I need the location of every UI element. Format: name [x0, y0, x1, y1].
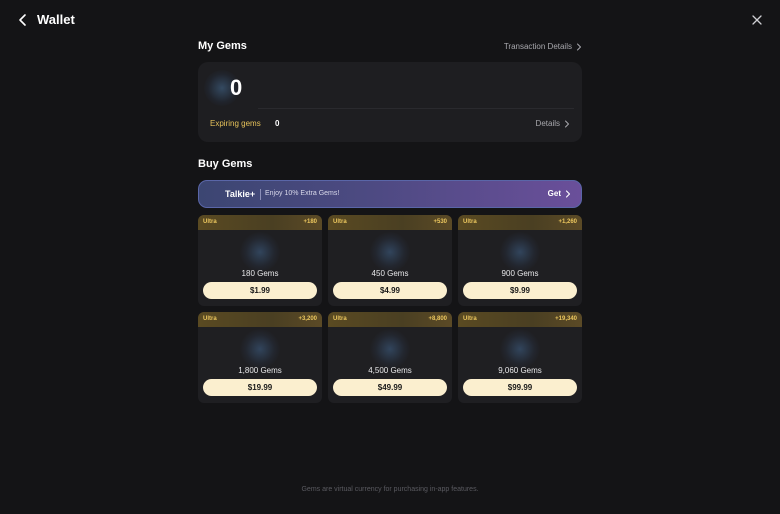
promo-get-button[interactable]: Get: [548, 189, 571, 198]
buy-gems-title: Buy Gems: [198, 158, 253, 170]
package-header: Ultra +8,800: [328, 312, 452, 327]
package-bonus: +180: [303, 219, 317, 225]
chevron-right-icon: [564, 120, 570, 128]
package-bonus: +530: [433, 219, 447, 225]
gem-package-card[interactable]: Ultra +530 450 Gems $4.99: [328, 215, 452, 306]
package-header: Ultra +19,340: [458, 312, 582, 327]
package-tag: Ultra: [463, 316, 477, 322]
my-gems-title: My Gems: [198, 40, 247, 52]
promo-separator: [260, 189, 261, 200]
package-quantity: 1,800 Gems: [238, 366, 282, 375]
package-header: Ultra +1,260: [458, 215, 582, 230]
buy-gems-header: Buy Gems: [198, 158, 582, 174]
gem-icon: [370, 232, 410, 272]
package-price-button[interactable]: $4.99: [333, 282, 447, 299]
package-quantity: 9,060 Gems: [498, 366, 542, 375]
gem-icon: [370, 329, 410, 369]
details-label: Details: [535, 119, 560, 128]
gem-package-card[interactable]: Ultra +180 180 Gems $1.99: [198, 215, 322, 306]
close-button[interactable]: [751, 14, 763, 26]
package-price-button[interactable]: $1.99: [203, 282, 317, 299]
promo-brand: Talkie+: [225, 189, 256, 199]
details-link[interactable]: Details: [536, 119, 570, 128]
package-price-button[interactable]: $19.99: [203, 379, 317, 396]
package-tag: Ultra: [203, 219, 217, 225]
transaction-details-label: Transaction Details: [503, 42, 572, 51]
package-bonus: +3,200: [298, 316, 317, 322]
package-header: Ultra +180: [198, 215, 322, 230]
package-price-button[interactable]: $9.99: [463, 282, 577, 299]
footer-note: Gems are virtual currency for purchasing…: [301, 486, 479, 493]
package-price-button[interactable]: $99.99: [463, 379, 577, 396]
package-price-button[interactable]: $49.99: [333, 379, 447, 396]
package-bonus: +8,800: [428, 316, 447, 322]
gem-package-card[interactable]: Ultra +3,200 1,800 Gems $19.99: [198, 312, 322, 403]
package-quantity: 180 Gems: [241, 269, 279, 278]
gem-icon: [240, 329, 280, 369]
package-quantity: 900 Gems: [501, 269, 539, 278]
back-button[interactable]: [16, 13, 30, 27]
transaction-details-link[interactable]: Transaction Details: [504, 42, 582, 51]
package-tag: Ultra: [203, 316, 217, 322]
chevron-right-icon: [565, 189, 571, 198]
page-title: Wallet: [37, 12, 75, 27]
gem-icon: [500, 329, 540, 369]
package-quantity: 450 Gems: [371, 269, 409, 278]
talkie-plus-promo-banner[interactable]: Talkie+ Enjoy 10% Extra Gems! Get: [198, 180, 582, 208]
gem-package-card[interactable]: Ultra +8,800 4,500 Gems $49.99: [328, 312, 452, 403]
my-gems-header: My Gems Transaction Details: [198, 40, 582, 56]
package-bonus: +1,260: [558, 219, 577, 225]
gem-package-card[interactable]: Ultra +1,260 900 Gems $9.99: [458, 215, 582, 306]
chevron-left-icon: [19, 14, 26, 26]
close-icon: [752, 15, 762, 25]
chevron-right-icon: [576, 43, 582, 51]
gem-icon: [500, 232, 540, 272]
gem-package-card[interactable]: Ultra +19,340 9,060 Gems $99.99: [458, 312, 582, 403]
gem-icon: [240, 232, 280, 272]
divider: [258, 108, 574, 109]
promo-get-label: Get: [547, 189, 561, 198]
promo-text: Enjoy 10% Extra Gems!: [265, 190, 340, 197]
header: Wallet: [0, 0, 780, 40]
package-bonus: +19,340: [555, 316, 577, 322]
package-tag: Ultra: [333, 219, 347, 225]
package-tag: Ultra: [333, 316, 347, 322]
gems-balance-card: 0 Expiring gems 0 Details: [198, 62, 582, 142]
expiring-gems-value: 0: [275, 119, 280, 128]
package-header: Ultra +530: [328, 215, 452, 230]
package-tag: Ultra: [463, 219, 477, 225]
gem-balance: 0: [230, 75, 243, 100]
package-quantity: 4,500 Gems: [368, 366, 412, 375]
package-header: Ultra +3,200: [198, 312, 322, 327]
expiring-gems-label: Expiring gems: [210, 119, 261, 128]
